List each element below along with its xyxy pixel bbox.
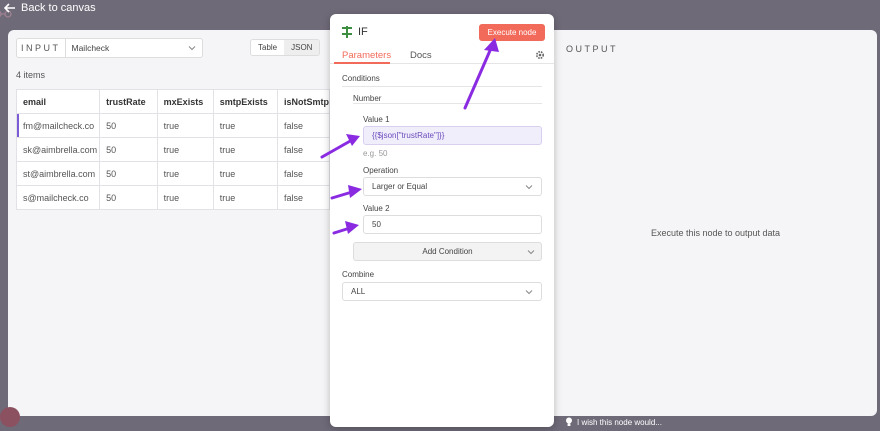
operation-label: Operation (363, 166, 399, 175)
if-icon (342, 26, 352, 38)
tab-parameters[interactable]: Parameters (342, 50, 391, 61)
table-cell: s@mailcheck.co (15, 185, 101, 210)
table-cell: true (212, 161, 278, 186)
input-label: INPUT (16, 38, 65, 58)
output-empty-message: Execute this node to output data (650, 228, 781, 238)
output-panel: OUTPUT Execute this node to output data (554, 30, 877, 416)
input-panel: INPUT Mailcheck Table JSON 4 items email… (8, 30, 331, 416)
combine-value: ALL (351, 287, 366, 296)
column-header: smtpExists (212, 89, 278, 114)
table-cell: true (212, 113, 278, 138)
value2-input[interactable]: 50 (363, 215, 542, 234)
add-condition-button[interactable]: Add Condition (353, 242, 542, 261)
decorative-node-icon (0, 407, 20, 427)
gear-icon[interactable] (535, 50, 545, 60)
item-count: 4 items (16, 70, 46, 80)
back-label: Back to canvas (21, 2, 96, 14)
operation-value: Larger or Equal (372, 182, 428, 191)
combine-label: Combine (342, 270, 375, 279)
arrow-left-icon (4, 3, 15, 13)
table-cell: false (276, 161, 331, 186)
view-toggle: Table JSON (250, 39, 321, 56)
table-cell: true (212, 137, 278, 162)
chevron-down-icon (527, 250, 535, 255)
operation-select[interactable]: Larger or Equal (363, 177, 542, 196)
table-cell: true (156, 161, 214, 186)
execute-node-button[interactable]: Execute node (479, 24, 545, 41)
value1-hint: e.g. 50 (363, 149, 388, 158)
feedback-link[interactable]: I wish this node would... (565, 417, 662, 427)
view-table-button[interactable]: Table (251, 40, 285, 55)
tab-docs[interactable]: Docs (410, 50, 432, 61)
if-node-panel: IF Execute node Parameters Docs Conditio… (330, 14, 554, 427)
node-title: IF (342, 26, 368, 38)
table-cell: st@aimbrella.com (15, 161, 101, 186)
node-title-text: IF (358, 26, 368, 38)
value1-expression-input[interactable]: {{$json["trustRate"]}} (363, 126, 542, 145)
chevron-down-icon (525, 184, 533, 189)
feedback-label: I wish this node would... (577, 417, 662, 427)
value1-value: {{$json["trustRate"]}} (372, 131, 445, 140)
table-cell: 50 (99, 113, 158, 138)
table-row[interactable]: fm@mailcheck.co 50 true true false (15, 113, 331, 138)
active-tab-indicator (334, 62, 390, 64)
table-cell: true (156, 185, 214, 210)
column-header: mxExists (156, 89, 214, 114)
column-header: trustRate (99, 89, 158, 114)
chevron-down-icon (188, 46, 195, 51)
value2-value: 50 (372, 220, 381, 229)
input-node-select-value: Mailcheck (71, 43, 110, 53)
table-cell: 50 (99, 185, 158, 210)
table-cell: 50 (99, 161, 158, 186)
table-header-row: email trustRate mxExists smtpExists isNo… (15, 89, 331, 114)
column-header: isNotSmtp (276, 89, 331, 114)
input-node-select[interactable]: Mailcheck (64, 38, 203, 58)
input-table: email trustRate mxExists smtpExists isNo… (15, 89, 331, 210)
table-cell: sk@aimbrella.com (15, 137, 101, 162)
number-label: Number (353, 94, 382, 103)
back-to-canvas-button[interactable]: Back to canvas (4, 2, 96, 14)
node-tabs: Parameters Docs (330, 48, 554, 64)
divider (353, 103, 542, 104)
table-cell: 50 (99, 137, 158, 162)
input-header: INPUT Mailcheck (16, 38, 203, 58)
table-cell: false (276, 137, 331, 162)
table-cell: true (156, 137, 214, 162)
add-condition-label: Add Condition (422, 247, 473, 256)
table-cell: true (156, 113, 214, 138)
table-row[interactable]: st@aimbrella.com 50 true true false (15, 161, 331, 186)
column-header: email (15, 89, 101, 114)
table-cell: false (276, 185, 331, 210)
view-json-button[interactable]: JSON (284, 40, 320, 55)
output-label: OUTPUT (566, 44, 618, 54)
conditions-label: Conditions (342, 74, 380, 83)
table-cell: true (212, 185, 278, 210)
lightbulb-icon (566, 417, 572, 426)
chevron-down-icon (525, 289, 533, 294)
value2-label: Value 2 (363, 204, 390, 213)
table-row[interactable]: sk@aimbrella.com 50 true true false (15, 137, 331, 162)
table-cell: fm@mailcheck.co (15, 113, 101, 138)
table-cell: false (276, 113, 331, 138)
value1-label: Value 1 (363, 115, 390, 124)
divider (342, 86, 542, 87)
table-row[interactable]: s@mailcheck.co 50 true true false (15, 185, 331, 210)
combine-select[interactable]: ALL (342, 282, 542, 301)
